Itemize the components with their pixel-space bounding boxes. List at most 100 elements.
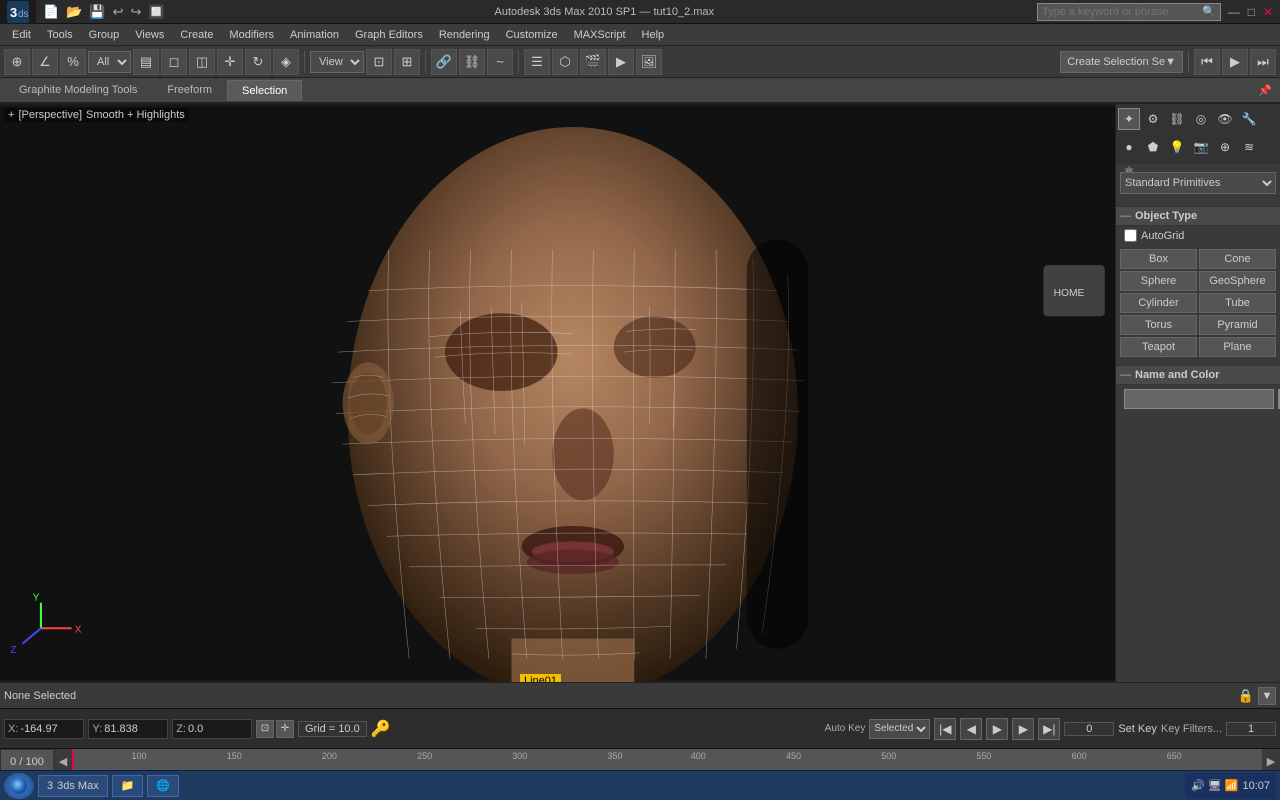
primitives-dropdown[interactable]: Standard Primitives [1120,172,1276,194]
taskbar-app-3dsmax[interactable]: 3 3ds Max [38,775,108,797]
keyfilters-button[interactable]: Key Filters... [1161,723,1222,735]
object-type-collapse[interactable]: — [1120,210,1131,222]
menu-maxscript[interactable]: MAXScript [566,27,634,43]
modify-panel-icon[interactable]: ⚙ [1142,108,1164,130]
menu-create[interactable]: Create [172,27,221,43]
close-button[interactable]: ✕ [1260,5,1276,19]
snaps-toggle[interactable]: ⊕ [4,49,30,75]
create-helpers-icon[interactable]: ⊕ [1214,136,1236,158]
lock-icon[interactable]: 🔒 [1238,688,1254,704]
menu-animation[interactable]: Animation [282,27,347,43]
angle-snap[interactable]: ∠ [32,49,58,75]
next-frame-button[interactable]: ▶ [1012,718,1034,740]
select-region[interactable]: ◻ [161,49,187,75]
search-box[interactable]: 🔍 [1037,3,1221,21]
create-cameras-icon[interactable]: 📷 [1190,136,1212,158]
app-logo[interactable]: 3 ds [0,0,36,24]
autokey-select[interactable]: Selected [869,719,930,739]
taskbar-app-explorer[interactable]: 📁 [112,775,144,797]
search-input[interactable] [1042,6,1202,18]
play-anim[interactable]: ▶ [1222,49,1248,75]
hold-icon[interactable]: 🔲 [145,2,167,22]
z-input[interactable] [188,723,248,735]
plane-button[interactable]: Plane [1199,337,1276,357]
current-frame-input[interactable] [1064,722,1114,736]
view-select[interactable]: View [310,51,364,73]
autogrid-checkbox[interactable] [1124,229,1137,242]
maximize-button[interactable]: □ [1245,5,1258,19]
undo-icon[interactable]: ↩ [110,2,127,22]
bind-spacewarp[interactable]: ~ [487,49,513,75]
go-to-end-button[interactable]: ▶| [1038,718,1060,740]
rotate[interactable]: ↻ [245,49,271,75]
go-to-start-button[interactable]: |◀ [934,718,956,740]
save-icon[interactable]: 💾 [86,2,108,22]
new-icon[interactable]: 📄 [40,2,62,22]
teapot-button[interactable]: Teapot [1120,337,1197,357]
redo-icon[interactable]: ↪ [127,2,144,22]
play-button[interactable]: ▶ [986,718,1008,740]
render-setup[interactable]: 🎬 [580,49,606,75]
start-button[interactable] [4,773,34,799]
box-button[interactable]: Box [1120,249,1197,269]
prev-frame-button[interactable]: ◀ [960,718,982,740]
quick-render[interactable]: ▶ [608,49,634,75]
menu-views[interactable]: Views [127,27,172,43]
hierarchy-panel-icon[interactable]: ⛓ [1166,108,1188,130]
next-frame[interactable]: ⏭ [1250,49,1276,75]
filter-select[interactable]: All [88,51,131,73]
key-icon[interactable]: 🔑 [371,719,391,739]
tube-button[interactable]: Tube [1199,293,1276,313]
transform-type-in[interactable]: ⊡ ✛ [256,720,294,738]
tab-freeform[interactable]: Freeform [152,79,227,101]
menu-graph-editors[interactable]: Graph Editors [347,27,431,43]
create-geometry-icon[interactable]: ● [1118,136,1140,158]
link[interactable]: 🔗 [431,49,457,75]
create-lights-icon[interactable]: 💡 [1166,136,1188,158]
create-panel-icon[interactable]: ✦ [1118,108,1140,130]
window-crossing[interactable]: ◫ [189,49,215,75]
display-panel-icon[interactable]: 👁 [1214,108,1236,130]
torus-button[interactable]: Torus [1120,315,1197,335]
viewport-shading[interactable]: Smooth + Highlights [86,109,185,121]
menu-help[interactable]: Help [634,27,673,43]
open-icon[interactable]: 📂 [63,2,85,22]
viewport-perspective[interactable]: [Perspective] [18,109,82,121]
render-frame[interactable]: 🖼 [636,49,662,75]
name-color-collapse[interactable]: — [1120,369,1131,381]
menu-group[interactable]: Group [81,27,128,43]
unlink[interactable]: ⛓ [459,49,485,75]
viewport-plus[interactable]: + [8,109,14,121]
prev-frame[interactable]: ⏮ [1194,49,1220,75]
motion-panel-icon[interactable]: ◎ [1190,108,1212,130]
x-input[interactable] [20,723,80,735]
tab-graphite-modeling[interactable]: Graphite Modeling Tools [4,79,152,101]
menu-customize[interactable]: Customize [498,27,566,43]
menu-modifiers[interactable]: Modifiers [221,27,282,43]
pyramid-button[interactable]: Pyramid [1199,315,1276,335]
select-center[interactable]: ⊞ [394,49,420,75]
geosphere-button[interactable]: GeoSphere [1199,271,1276,291]
object-name-input[interactable] [1124,389,1274,409]
taskbar-app-chrome[interactable]: 🌐 [147,775,179,797]
material-editor[interactable]: ⬡ [552,49,578,75]
menu-edit[interactable]: Edit [4,27,39,43]
minimize-timeline-button[interactable]: ▼ [1258,687,1276,705]
create-shapes-icon[interactable]: ⬟ [1142,136,1164,158]
percent-snap[interactable]: % [60,49,86,75]
menu-rendering[interactable]: Rendering [431,27,498,43]
cone-button[interactable]: Cone [1199,249,1276,269]
ribbon-pin[interactable]: 📌 [1254,79,1276,101]
utilities-panel-icon[interactable]: 🔧 [1238,108,1260,130]
tab-selection[interactable]: Selection [227,80,302,101]
create-selection-set[interactable]: Create Selection Se▼ [1060,51,1183,73]
scale[interactable]: ◈ [273,49,299,75]
minimize-button[interactable]: — [1225,5,1243,19]
search-icon[interactable]: 🔍 [1202,5,1216,18]
sphere-button[interactable]: Sphere [1120,271,1197,291]
schematic-view[interactable]: ☰ [524,49,550,75]
use-pivot[interactable]: ⊡ [366,49,392,75]
create-spacewarps-icon[interactable]: ≋ [1238,136,1260,158]
select-move[interactable]: ✛ [217,49,243,75]
y-input[interactable] [104,723,164,735]
